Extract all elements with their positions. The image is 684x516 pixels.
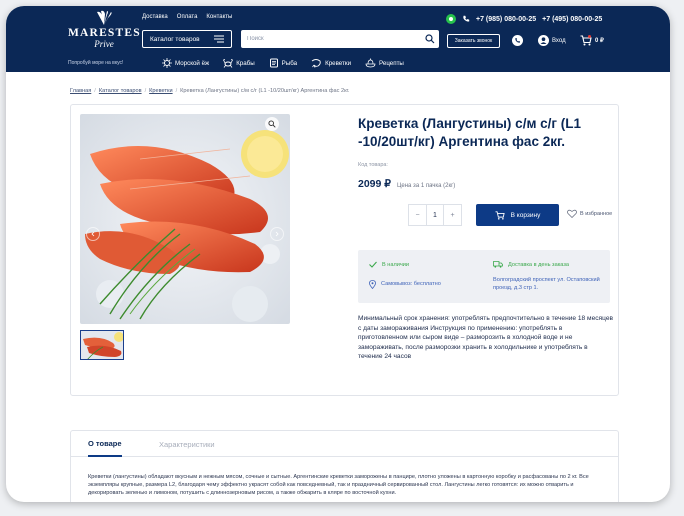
breadcrumb-home[interactable]: Главная — [70, 88, 91, 94]
add-to-cart-button[interactable]: В корзину — [476, 204, 559, 226]
category-sea-urchin[interactable]: Морской ёж — [162, 58, 209, 68]
favorite-button[interactable]: В избранное — [567, 209, 612, 218]
category-label: Морской ёж — [175, 59, 210, 67]
shell-logo-icon — [97, 10, 112, 25]
product-card: Креветка (Лангустины) с/м с/г (L1 -10/20… — [70, 104, 619, 396]
prev-image-arrow-icon[interactable] — [86, 227, 100, 241]
site-header: MARESTES Prive Попробуй море на вкус! До… — [6, 6, 670, 72]
about-text: Креветки (лангустины) обладают вкусным и… — [88, 474, 589, 496]
price-note: Цена за 1 пачка (2кг) — [396, 183, 456, 189]
category-fish[interactable]: Рыба — [269, 58, 297, 68]
availability: В наличии — [369, 261, 409, 269]
browser-frame: MARESTES Prive Попробуй море на вкус! До… — [6, 6, 670, 502]
top-nav: Доставка Оплата Контакты — [142, 14, 232, 20]
delivery-label: Доставка в день заказа — [508, 262, 570, 268]
favorite-label: В избранное — [580, 210, 613, 217]
category-label: Рыба — [281, 59, 298, 67]
logo-name: MARESTES — [68, 27, 141, 39]
tagline: Попробуй море на вкус! — [68, 60, 124, 66]
pickup-label: Самовывоз: бесплатно — [381, 281, 441, 287]
qty-value[interactable]: 1 — [426, 205, 444, 225]
crab-icon — [223, 59, 234, 68]
category-label: Рецепты — [379, 59, 404, 67]
quantity-stepper: − 1 + — [408, 204, 462, 226]
phone-number-1[interactable]: +7 (985) 080-00-25 — [476, 16, 536, 23]
cart-total: 0 ₽ — [595, 38, 604, 44]
fish-icon — [269, 58, 278, 68]
pickup: Самовывоз: бесплатно — [369, 280, 441, 289]
category-shrimp[interactable]: Креветки — [311, 58, 351, 68]
product-description: Минимальный срок хранения: употреблять п… — [358, 315, 613, 361]
recipe-icon — [365, 58, 376, 68]
sea-urchin-icon — [162, 58, 172, 68]
user-icon — [538, 35, 549, 46]
search-bar — [241, 30, 439, 48]
store-address[interactable]: Волгоградский проспект ул. Остаповский п… — [493, 276, 603, 292]
availability-label: В наличии — [382, 262, 410, 268]
product-tabs-section: О товаре Характеристики Креветки (лангус… — [70, 430, 619, 502]
delivery-info-panel: В наличии Самовывоз: бесплатно Доставка … — [358, 250, 610, 303]
tab-specifications[interactable]: Характеристики — [159, 431, 215, 457]
product-image[interactable] — [80, 114, 290, 324]
whatsapp-icon[interactable] — [446, 14, 456, 24]
callback-button[interactable]: Заказать звонок — [447, 34, 500, 48]
cart-icon — [495, 210, 505, 220]
phone-circle-icon — [512, 35, 523, 46]
catalog-button[interactable]: Каталог товаров — [142, 30, 232, 48]
breadcrumb: Главная / Каталог товаров / Креветки / Креветк… — [70, 88, 350, 94]
address-label: Волгоградский проспект ул. Остаповский п… — [493, 277, 600, 291]
search-icon[interactable] — [421, 30, 439, 48]
tab-about[interactable]: О товаре — [88, 431, 122, 457]
logo[interactable]: MARESTES Prive — [68, 10, 140, 49]
phone-block: +7 (985) 080-00-25 +7 (495) 080-00-25 — [446, 14, 602, 24]
nav-link-contacts[interactable]: Контакты — [206, 14, 232, 20]
logo-sub: Prive — [94, 39, 114, 49]
product-title: Креветка (Лангустины) с/м с/г (L1 -10/20… — [358, 116, 582, 149]
category-nav: Морской ёж Крабы Рыба Креветки Рецепты — [162, 58, 404, 68]
menu-icon — [214, 35, 224, 43]
nav-link-delivery[interactable]: Доставка — [142, 14, 168, 20]
search-input[interactable] — [241, 30, 421, 48]
cart-button[interactable]: 0 ₽ — [580, 35, 604, 46]
breadcrumb-shrimp[interactable]: Креветки — [149, 88, 172, 94]
cart-icon — [580, 35, 592, 46]
heart-icon — [567, 209, 577, 218]
qty-minus-button[interactable]: − — [409, 212, 426, 219]
category-recipes[interactable]: Рецепты — [365, 58, 404, 68]
add-to-cart-label: В корзину — [510, 211, 541, 219]
qty-plus-button[interactable]: + — [444, 212, 461, 219]
product-code-label: Код товара: — [358, 162, 388, 168]
langoustine-photo — [80, 114, 290, 324]
shrimp-icon — [311, 59, 321, 68]
breadcrumb-catalog[interactable]: Каталог товаров — [99, 88, 142, 94]
phone-call-button[interactable] — [512, 35, 523, 46]
phone-number-2[interactable]: +7 (495) 080-00-25 — [542, 16, 602, 23]
category-label: Креветки — [325, 59, 352, 67]
price-value: 2099 ₽ — [358, 178, 391, 190]
tabs-bar: О товаре Характеристики — [71, 431, 618, 457]
next-image-arrow-icon[interactable] — [270, 227, 284, 241]
location-pin-icon — [369, 280, 376, 289]
catalog-button-label: Каталог товаров — [150, 35, 200, 43]
phone-icon — [463, 15, 470, 22]
product-thumbnail[interactable] — [80, 330, 124, 360]
check-icon — [369, 261, 377, 268]
delivery: Доставка в день заказа — [493, 261, 569, 269]
login-button[interactable]: Вход — [538, 35, 566, 46]
zoom-icon[interactable] — [265, 117, 279, 131]
price-block: 2099 ₽ Цена за 1 пачка (2кг) — [358, 178, 455, 190]
breadcrumb-current: Креветка (Лангустины) с/м с/г (L1 -10/20… — [180, 88, 350, 94]
category-crabs[interactable]: Крабы — [223, 58, 255, 68]
category-label: Крабы — [236, 59, 255, 67]
truck-icon — [493, 261, 503, 268]
login-label: Вход — [552, 37, 566, 44]
nav-link-payment[interactable]: Оплата — [177, 14, 198, 20]
